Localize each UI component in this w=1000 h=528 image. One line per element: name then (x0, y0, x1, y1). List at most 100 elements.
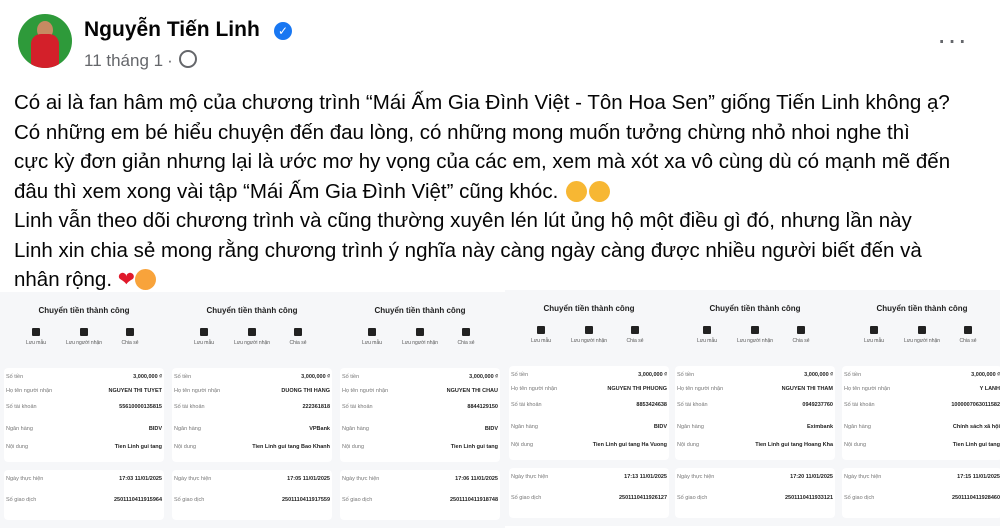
receipt-row-label: Số tài khoản (511, 402, 542, 408)
receipt-images[interactable]: Chuyển tiền thành công Lưu mẫu Lưu người n… (0, 290, 1000, 528)
receipt-row-value: 3,000,000 ₫ (301, 374, 330, 380)
receipt-row-value: 17:13 11/01/2025 (624, 474, 667, 480)
receipt-row-value: NGUYEN THI CHAU (446, 388, 498, 394)
receipt-row-value: 222361818 (302, 404, 330, 410)
receipt-action-save-recipient: Lưu người nhận (62, 328, 106, 346)
receipt-action-save: Lưu mẫu (852, 326, 896, 344)
receipt-row-label: Số tài khoản (174, 404, 205, 410)
post-body: Có ai là fan hâm mộ của chương trình “Má… (14, 88, 989, 295)
receipt-row-value: 17:15 11/01/2025 (957, 474, 1000, 480)
save-icon (368, 328, 376, 336)
receipt-action-label: Lưu mẫu (696, 338, 718, 344)
save-icon (32, 328, 40, 336)
receipt-row-value: 8844129150 (467, 404, 498, 410)
receipt-action-label: Lưu mẫu (863, 338, 885, 344)
receipt-row-value: 2501110411918748 (449, 497, 498, 503)
author-name[interactable]: Nguyễn Tiến Linh (84, 18, 260, 42)
receipt-action-label: Chia sẻ (121, 340, 139, 346)
receipt-action-label: Lưu mẫu (530, 338, 552, 344)
post-meta: 11 tháng 1 · (84, 50, 197, 71)
receipt-action-save-recipient: Lưu người nhận (230, 328, 274, 346)
receipt-row-label: Số tiền (677, 372, 695, 378)
receipt-row-label: Số giao dịch (511, 495, 542, 501)
receipt-row-label: Số giao dịch (174, 497, 205, 503)
receipt-row-label: Ngày thực hiện (511, 474, 549, 480)
save-icon (703, 326, 711, 334)
receipt-action-save: Lưu mẫu (182, 328, 226, 346)
receipt-row-label: Số giao dịch (844, 495, 875, 501)
crying-emoji-icon (565, 180, 587, 202)
receipt-image-right[interactable]: Chuyển tiền thành công Lưu mẫu Lưu người n… (505, 290, 1000, 526)
receipt-title: Chuyển tiền thành công (374, 306, 466, 315)
receipt-row-value: 17:20 11/01/2025 (790, 474, 833, 480)
receipt-row-label: Số tài khoản (844, 402, 875, 408)
receipt-row-value: 2501110411933121 (784, 495, 833, 501)
post-header: Nguyễn Tiến Linh ✓ 11 tháng 1 · ··· (18, 14, 982, 74)
crying-emoji-icon (588, 180, 610, 202)
receipt-row-value: 55610000135815 (119, 404, 162, 410)
receipt-action-share: Chia sẻ (444, 328, 488, 346)
post-line-text: đâu thì xem xong vài tập “Mái Ấm Gia Đìn… (14, 179, 559, 203)
receipt-action-label: Lưu mẫu (193, 340, 215, 346)
globe-icon[interactable] (178, 50, 197, 68)
share-icon (462, 328, 470, 336)
receipt-row-label: Ngày thực hiện (844, 474, 882, 480)
bookmark-icon (585, 326, 593, 334)
post-line-text: nhân rộng. (14, 268, 113, 291)
transfer-receipt: Chuyển tiền thành công Lưu mẫu Lưu người n… (168, 292, 336, 528)
receipt-row-label: Họ tên người nhận (6, 388, 53, 394)
transfer-receipt: Chuyển tiền thành công Lưu mẫu Lưu người n… (838, 290, 1000, 526)
post-time[interactable]: 11 tháng 1 (84, 51, 163, 70)
save-icon (870, 326, 878, 334)
receipt-row-value: DUONG THI HANG (281, 388, 330, 394)
receipt-row-value: BIDV (653, 424, 667, 430)
receipt-row-label: Nội dung (511, 442, 534, 448)
receipt-row-label: Ngày thực hiện (174, 476, 212, 482)
avatar[interactable] (18, 14, 72, 68)
receipt-row-value: NGUYEN THI PHUONG (607, 386, 667, 392)
receipt-row-label: Ngày thực hiện (342, 476, 380, 482)
receipt-row-label: Họ tên người nhận (511, 386, 558, 392)
post-line: Có những em bé hiểu chuyện đến đau lòng,… (14, 120, 910, 144)
receipt-action-save-recipient: Lưu người nhận (900, 326, 944, 344)
receipt-row-value: 1000007063011582 (951, 402, 1000, 408)
receipt-action-share: Chia sẻ (108, 328, 152, 346)
receipt-action-share: Chia sẻ (779, 326, 823, 344)
receipt-title: Chuyển tiền thành công (38, 306, 130, 315)
receipt-title: Chuyển tiền thành công (709, 304, 801, 313)
receipt-row-value: NGUYEN THI THAM (781, 386, 833, 392)
more-options-button[interactable]: ··· (937, 24, 968, 56)
receipt-action-label: Lưu người nhận (233, 340, 271, 346)
receipt-row-value: Tien Linh gui tang (952, 442, 1000, 448)
transfer-receipt: Chuyển tiền thành công Lưu mẫu Lưu người n… (505, 290, 673, 526)
receipt-row-label: Ngày thực hiện (677, 474, 715, 480)
receipt-row-label: Nội dung (174, 444, 197, 450)
receipt-row-label: Ngân hàng (6, 426, 33, 432)
receipt-row-label: Số tiền (844, 372, 862, 378)
avatar-shirt (31, 34, 59, 68)
share-icon (797, 326, 805, 334)
post-line: đâu thì xem xong vài tập “Mái Ấm Gia Đìn… (14, 177, 989, 207)
receipt-row-value: 3,000,000 ₫ (638, 372, 667, 378)
receipt-row-value: 3,000,000 ₫ (971, 372, 1000, 378)
receipt-row-label: Nội dung (677, 442, 700, 448)
bookmark-icon (918, 326, 926, 334)
receipt-row-label: Nội dung (844, 442, 867, 448)
receipt-row-value: VPBank (309, 426, 330, 432)
receipt-image-left[interactable]: Chuyển tiền thành công Lưu mẫu Lưu người n… (0, 292, 505, 528)
transfer-receipt: Chuyển tiền thành công Lưu mẫu Lưu người n… (0, 292, 168, 528)
receipt-row-label: Ngày thực hiện (6, 476, 44, 482)
receipt-row-label: Ngân hàng (342, 426, 369, 432)
receipt-row-label: Số tiền (6, 374, 24, 380)
receipt-row-value: BIDV (148, 426, 162, 432)
receipt-actions: Lưu mẫu Lưu người nhận Chia sẻ (505, 326, 673, 356)
save-icon (200, 328, 208, 336)
receipt-row-label: Ngân hàng (677, 424, 704, 430)
bookmark-icon (751, 326, 759, 334)
receipt-row-value: 3,000,000 ₫ (133, 374, 162, 380)
receipt-row-value: Chính sách xã hội (952, 424, 1000, 430)
receipt-row-value: 2501110411928460 (951, 495, 1000, 501)
receipt-row-value: 2501110411926127 (618, 495, 667, 501)
receipt-row-label: Ngân hàng (511, 424, 538, 430)
receipt-row-label: Họ tên người nhận (342, 388, 389, 394)
